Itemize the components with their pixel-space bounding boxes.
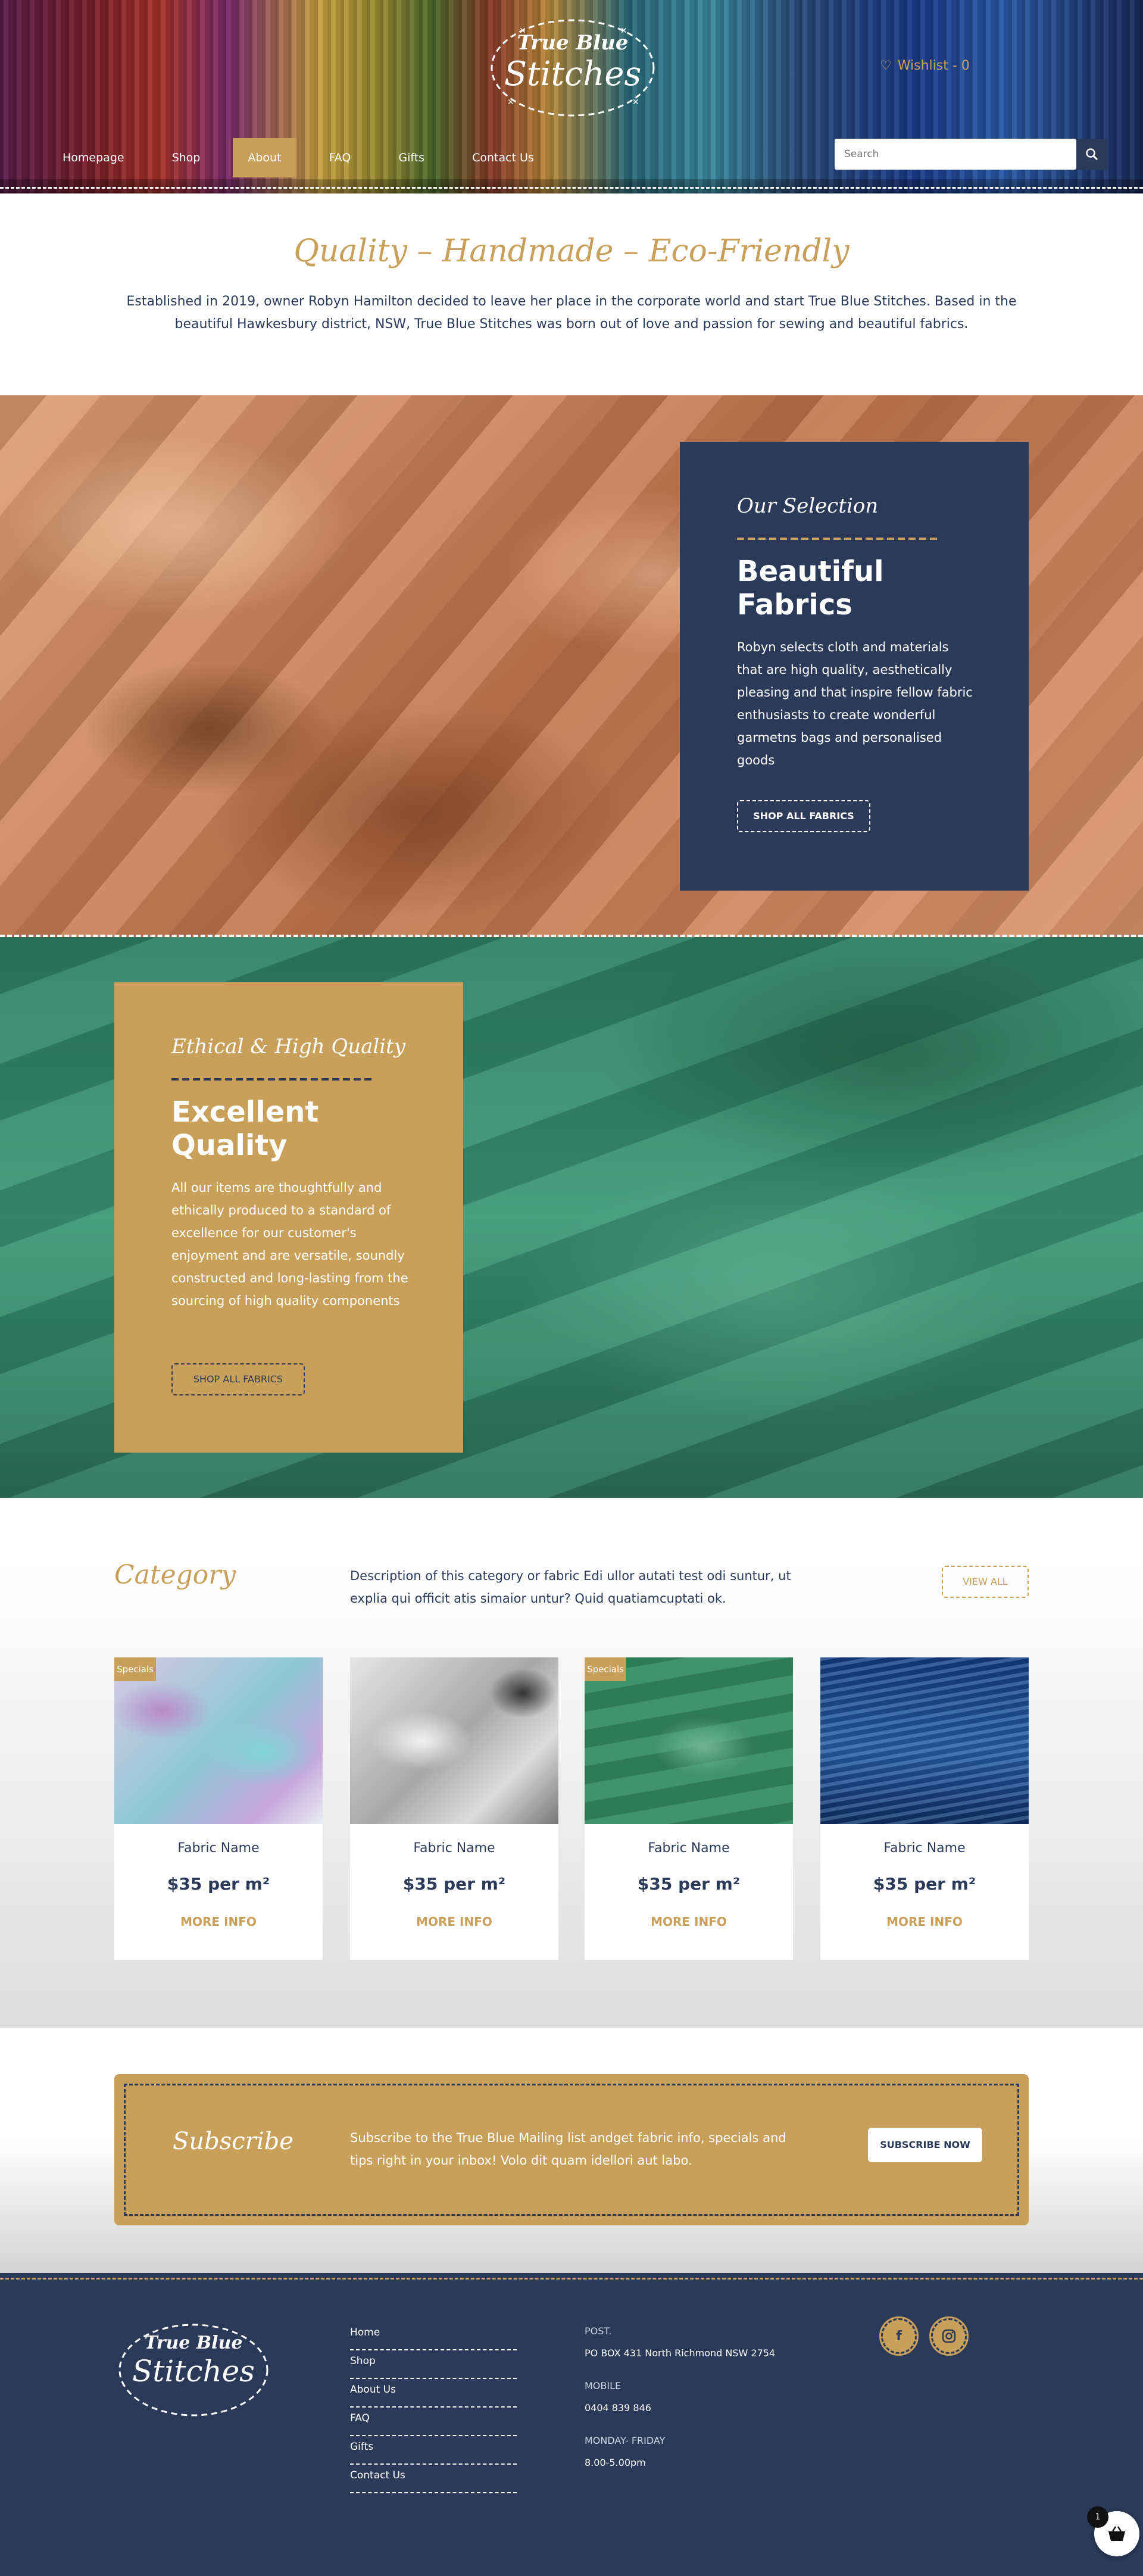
- section-stitch-divider: [0, 935, 1143, 937]
- footer-stitch-divider: [0, 2278, 1143, 2280]
- product-price: $35 per m²: [873, 1874, 976, 1894]
- footer-logo-subtitle: Stitches: [132, 2354, 255, 2388]
- post-label: POST.: [585, 2325, 612, 2337]
- hours-label: MONDAY- FRIDAY: [585, 2435, 666, 2446]
- instagram-icon[interactable]: [929, 2316, 969, 2356]
- heart-icon: ♡: [880, 58, 892, 73]
- facebook-icon[interactable]: f: [879, 2316, 919, 2356]
- more-info-link[interactable]: MORE INFO: [820, 1915, 1029, 1929]
- quality-body: All our items are thoughtfully and ethic…: [171, 1181, 408, 1308]
- subscribe-text: Subscribe to the True Blue Mailing list …: [350, 2131, 786, 2168]
- product-name: Fabric Name: [648, 1841, 730, 1856]
- footer-link-gifts[interactable]: Gifts: [350, 2436, 517, 2465]
- main-nav: Homepage Shop About FAQ Gifts Contact Us: [48, 138, 567, 177]
- wishlist-label: Wishlist - 0: [897, 58, 970, 73]
- footer: [0, 2273, 1143, 2576]
- specials-badge: Specials: [585, 1657, 626, 1681]
- search-icon: [1086, 148, 1098, 161]
- post-value: PO BOX 431 North Richmond NSW 2754: [585, 2347, 776, 2359]
- product-card[interactable]: Fabric Name $35 per m² MORE INFO: [350, 1657, 558, 1960]
- footer-logo[interactable]: True Blue Stitches: [114, 2319, 273, 2421]
- product-image: [350, 1657, 558, 1824]
- selection-body: Robyn selects cloth and materials that a…: [737, 640, 973, 767]
- nav-shop[interactable]: Shop: [157, 138, 216, 177]
- nav-homepage[interactable]: Homepage: [48, 138, 139, 177]
- stitch-divider-icon: [171, 1078, 375, 1081]
- product-image: [820, 1657, 1029, 1824]
- footer-links: Home Shop About Us FAQ Gifts Contact Us: [350, 2322, 517, 2493]
- nav-contact-us[interactable]: Contact Us: [457, 138, 549, 177]
- more-info-link[interactable]: MORE INFO: [114, 1915, 323, 1929]
- instagram-glyph-icon: [942, 2329, 956, 2343]
- category-title: Category: [114, 1560, 236, 1590]
- search-box: [835, 139, 1076, 170]
- logo-subtitle: Stitches: [504, 55, 642, 93]
- selection-card: Our Selection Beautiful Fabrics Robyn se…: [680, 442, 1029, 891]
- specials-badge: Specials: [114, 1657, 156, 1681]
- product-price: $35 per m²: [637, 1874, 741, 1894]
- site-logo[interactable]: ✕ ✕ ✕ ✕ True Blue Stitches: [483, 10, 662, 123]
- view-all-button[interactable]: VIEW ALL: [942, 1566, 1029, 1598]
- product-name: Fabric Name: [177, 1841, 260, 1856]
- stitch-divider-icon: [737, 538, 941, 540]
- subscribe-box: Subscribe Subscribe to the True Blue Mai…: [114, 2074, 1029, 2225]
- selection-kicker: Our Selection: [737, 494, 879, 518]
- header-stitch-divider: [0, 187, 1143, 189]
- more-info-link[interactable]: MORE INFO: [350, 1915, 558, 1929]
- product-name: Fabric Name: [883, 1841, 966, 1856]
- hours-value: 8.00-5.00pm: [585, 2457, 646, 2468]
- wishlist-link[interactable]: ♡ Wishlist - 0: [880, 58, 970, 73]
- search-input[interactable]: [844, 145, 1023, 164]
- product-card[interactable]: Fabric Name $35 per m² MORE INFO: [820, 1657, 1029, 1960]
- product-name: Fabric Name: [413, 1841, 495, 1856]
- more-info-link[interactable]: MORE INFO: [585, 1915, 793, 1929]
- product-price: $35 per m²: [167, 1874, 270, 1894]
- mobile-label: MOBILE: [585, 2380, 622, 2391]
- product-image: [114, 1657, 323, 1824]
- svg-text:✕: ✕: [507, 98, 514, 107]
- product-price: $35 per m²: [402, 1874, 506, 1894]
- footer-link-about-us[interactable]: About Us: [350, 2379, 517, 2408]
- subscribe-now-button[interactable]: SUBSCRIBE NOW: [868, 2128, 982, 2162]
- logo-title: True Blue: [517, 31, 629, 55]
- intro-title: Quality – Handmade – Eco-Friendly: [293, 233, 850, 269]
- quality-heading: Excellent Quality: [171, 1095, 319, 1162]
- search-button[interactable]: [1076, 139, 1107, 170]
- nav-about[interactable]: About: [233, 138, 296, 177]
- footer-link-home[interactable]: Home: [350, 2322, 517, 2350]
- quality-card: Ethical & High Quality Excellent Quality…: [114, 982, 463, 1453]
- svg-text:✕: ✕: [632, 98, 639, 107]
- category-description: Description of this category or fabric E…: [350, 1569, 791, 1606]
- footer-contact-info: POST. PO BOX 431 North Richmond NSW 2754…: [585, 2325, 823, 2490]
- selection-heading: Beautiful Fabrics: [737, 555, 884, 622]
- footer-link-faq[interactable]: FAQ: [350, 2408, 517, 2436]
- nav-faq[interactable]: FAQ: [314, 138, 366, 177]
- cart-count-badge: 1: [1087, 2506, 1108, 2528]
- nav-gifts[interactable]: Gifts: [383, 138, 439, 177]
- footer-link-contact-us[interactable]: Contact Us: [350, 2465, 517, 2493]
- product-card[interactable]: Specials Fabric Name $35 per m² MORE INF…: [585, 1657, 793, 1960]
- mobile-value: 0404 839 846: [585, 2402, 651, 2413]
- footer-logo-title: True Blue: [144, 2333, 243, 2353]
- product-image: [585, 1657, 793, 1824]
- footer-link-shop[interactable]: Shop: [350, 2350, 517, 2379]
- intro-text: Established in 2019, owner Robyn Hamilto…: [126, 294, 1017, 332]
- subscribe-title: Subscribe: [173, 2128, 293, 2155]
- basket-icon: [1108, 2526, 1125, 2541]
- product-card[interactable]: Specials Fabric Name $35 per m² MORE INF…: [114, 1657, 323, 1960]
- shop-all-fabrics-button[interactable]: SHOP ALL FABRICS: [737, 800, 870, 832]
- shop-all-fabrics-button[interactable]: SHOP ALL FABRICS: [171, 1363, 305, 1395]
- quality-kicker: Ethical & High Quality: [171, 1035, 405, 1058]
